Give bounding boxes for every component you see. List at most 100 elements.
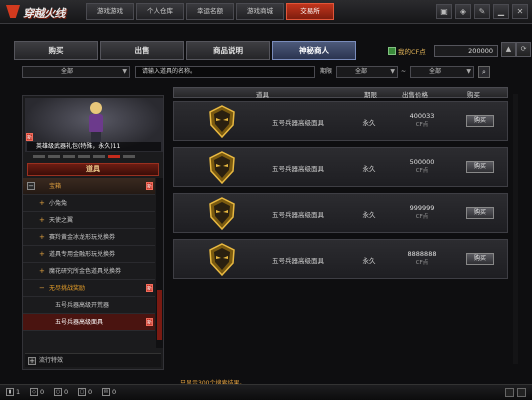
- nav-tab-warehouse[interactable]: 个人仓库: [136, 3, 184, 20]
- shield-icon[interactable]: ◈: [455, 4, 471, 19]
- mail-icon: ✉: [102, 388, 110, 396]
- refresh-button[interactable]: ⟳: [516, 42, 531, 57]
- game-logo: 穿越火线: [6, 3, 82, 21]
- expand-icon[interactable]: +: [39, 195, 45, 212]
- status-item: ✉ 0: [102, 388, 117, 396]
- cf-points-checkbox[interactable]: [388, 46, 396, 55]
- cf-points-value: 200000: [434, 44, 498, 57]
- pager-dot[interactable]: [48, 155, 60, 158]
- new-badge: 新: [26, 133, 33, 141]
- status-item: ▮ 1: [6, 388, 20, 396]
- period-from-value: 全部: [355, 68, 368, 75]
- close-icon[interactable]: ✕: [512, 4, 528, 19]
- mask-icon: [209, 151, 235, 184]
- expand-icon[interactable]: +: [39, 246, 45, 263]
- table-row[interactable]: 五号兵器高级面具 永久 999999 CF点 购买: [173, 193, 508, 233]
- category-tree: − 宝箱 新 + 小兔兔 + 天使之翼 + 赛羚黄金冰龙形玩兑换券 + 道具专用…: [23, 178, 155, 331]
- tree-item[interactable]: + 天使之翼: [23, 212, 155, 229]
- tree-item[interactable]: + 魔花研究所金色道具兑换券: [23, 263, 155, 280]
- mask-icon: [209, 243, 235, 276]
- pager-dot[interactable]: [93, 155, 105, 158]
- nav-tab-lucky[interactable]: 幸运名额: [186, 3, 234, 20]
- item-period: 永久: [362, 211, 376, 219]
- tree-scrollbar[interactable]: [156, 178, 163, 348]
- expand-icon[interactable]: +: [39, 263, 45, 280]
- collapse-icon[interactable]: −: [39, 280, 45, 297]
- period-to-value: 全部: [429, 68, 442, 75]
- eye-icon: ○: [54, 388, 62, 396]
- table-row[interactable]: 五号兵器高级面具 永久 400033 CF点 购买: [173, 101, 508, 141]
- pager-dot-active[interactable]: [108, 155, 120, 158]
- category-select-value: 全部: [61, 68, 74, 75]
- cf-points-label: 我的CF点: [398, 47, 426, 56]
- buy-button[interactable]: 购买: [466, 161, 494, 173]
- main-nav: 游戏游戏 个人仓库 幸运名额 游戏商城 交易所: [86, 3, 336, 20]
- period-tilde: ~: [401, 68, 407, 75]
- logo-text: 穿越火线: [23, 7, 66, 20]
- col-item: 道具: [256, 91, 269, 99]
- settings-icon[interactable]: [505, 388, 514, 397]
- tab-mystery-merchant[interactable]: 神秘商人: [272, 41, 356, 60]
- filter-row: 全部 ▼ 请输入道具的名称。 期限 全部 ▼ ~ 全部 ▼ ⌕: [14, 66, 532, 79]
- nav-tab-game[interactable]: 游戏游戏: [86, 3, 134, 20]
- tree-item[interactable]: + 小兔兔: [23, 195, 155, 212]
- mask-icon: [209, 105, 235, 138]
- box-icon[interactable]: ▣: [436, 4, 452, 19]
- buy-button[interactable]: 购买: [466, 115, 494, 127]
- collapse-icon[interactable]: −: [27, 182, 35, 190]
- results-scrollbar[interactable]: [513, 94, 518, 364]
- search-button[interactable]: ⌕: [478, 66, 490, 78]
- status-right-icons: [502, 388, 526, 397]
- new-badge: 新: [146, 318, 153, 326]
- table-row[interactable]: 五号兵器高级面具 永久 8888888 CF点 购买: [173, 239, 508, 279]
- expand-icon[interactable]: +: [39, 229, 45, 246]
- category-select[interactable]: 全部 ▼: [22, 66, 130, 78]
- wrench-icon[interactable]: ✎: [474, 4, 490, 19]
- tree-item-popular-effects[interactable]: + 流行特效: [25, 353, 161, 367]
- minimize-icon[interactable]: ▁: [493, 4, 509, 19]
- expand-icon[interactable]: +: [28, 357, 36, 365]
- buy-button[interactable]: 购买: [466, 207, 494, 219]
- pager-dot[interactable]: [63, 155, 75, 158]
- scrollbar-thumb[interactable]: [157, 290, 162, 340]
- tree-category-chest[interactable]: − 宝箱 新: [23, 178, 155, 195]
- pager-dot[interactable]: [33, 155, 45, 158]
- table-row[interactable]: 五号兵器高级面具 永久 500000 CF点 购买: [173, 147, 508, 187]
- buy-button[interactable]: 购买: [466, 253, 494, 265]
- logo-mark-icon: [6, 5, 20, 18]
- top-bar: 穿越火线 游戏游戏 个人仓库 幸运名额 游戏商城 交易所 ▣ ◈ ✎ ▁ ✕: [0, 0, 532, 24]
- expand-icon[interactable]: +: [39, 212, 45, 229]
- menu-icon[interactable]: [517, 388, 526, 397]
- nav-tab-mall[interactable]: 游戏商城: [236, 3, 284, 20]
- signal-icon: ▮: [6, 388, 14, 396]
- pager-dot[interactable]: [78, 155, 90, 158]
- col-buy: 购买: [467, 91, 480, 99]
- tab-sell[interactable]: 出售: [100, 41, 184, 60]
- tree-leaf-selected[interactable]: 五号兵器高级面具 新: [23, 314, 155, 331]
- item-price: 400033 CF点: [409, 112, 435, 128]
- status-bar: ▮ 1 ◇ 0 ○ 0 ▢ 0 ✉ 0: [0, 384, 532, 400]
- status-item: ○ 0: [54, 388, 69, 396]
- status-item: ◇ 0: [30, 388, 44, 396]
- shield-icon: ◇: [30, 388, 38, 396]
- chevron-down-icon: ▼: [122, 68, 127, 75]
- item-period: 永久: [362, 257, 376, 265]
- tab-item-info[interactable]: 商品说明: [186, 41, 270, 60]
- chat-icon: ▢: [78, 388, 86, 396]
- period-from-select[interactable]: 全部 ▼: [336, 66, 398, 78]
- search-input[interactable]: 请输入道具的名称。: [135, 66, 315, 78]
- item-name: 五号兵器高级面具: [272, 165, 324, 173]
- results-table: 道具 期限 出售价格 购买 五号兵器高级面具 永久 400033 CF点 购买 五…: [173, 87, 508, 367]
- top-icons: ▣ ◈ ✎ ▁ ✕: [433, 4, 528, 19]
- item-name: 五号兵器高级面具: [272, 119, 324, 127]
- pager-dot[interactable]: [123, 155, 135, 158]
- tab-buy[interactable]: 购买: [14, 41, 98, 60]
- tree-leaf[interactable]: 五号兵器高级开荒器: [23, 297, 155, 314]
- tree-item[interactable]: + 道具专用金融形玩兑换券: [23, 246, 155, 263]
- recharge-button[interactable]: ▲: [501, 42, 516, 57]
- nav-tab-exchange[interactable]: 交易所: [286, 3, 334, 20]
- tree-item-endless-challenge[interactable]: − 无尽挑战奖励 新: [23, 280, 155, 297]
- item-name: 五号兵器高级面具: [272, 211, 324, 219]
- tree-item[interactable]: + 赛羚黄金冰龙形玩兑换券: [23, 229, 155, 246]
- period-to-select[interactable]: 全部 ▼: [410, 66, 474, 78]
